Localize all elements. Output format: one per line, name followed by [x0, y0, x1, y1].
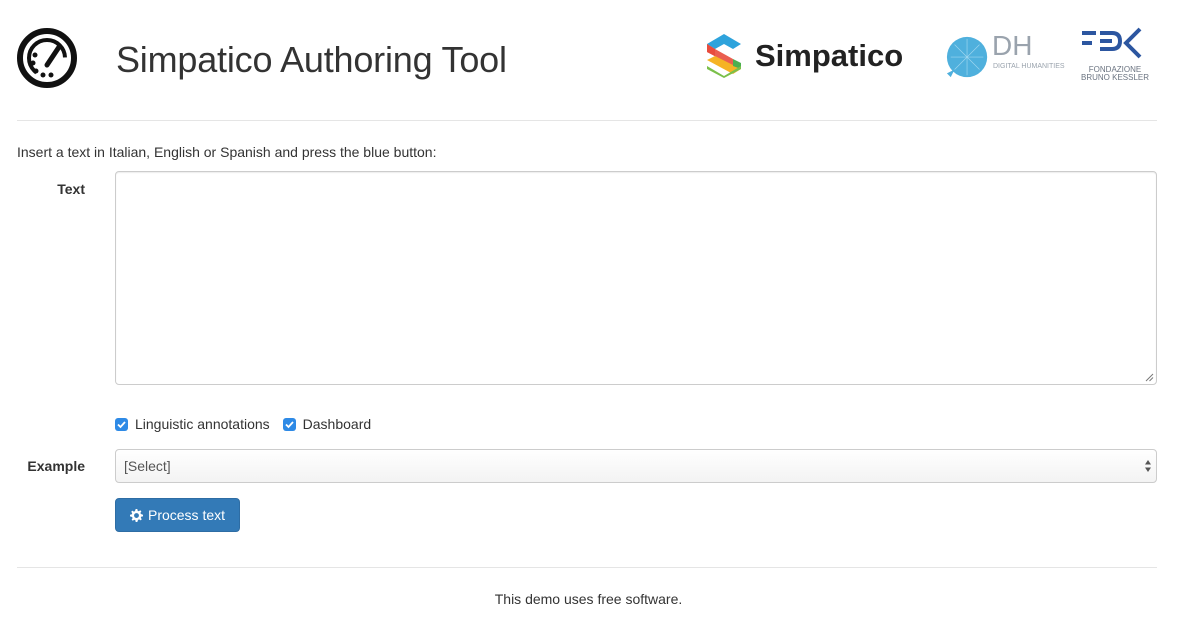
text-input[interactable] — [115, 171, 1157, 385]
header-divider — [17, 120, 1157, 121]
footer-divider — [17, 567, 1157, 568]
dh-logo: DH DIGITAL HUMANITIES — [945, 30, 1065, 82]
dashboard-checkbox[interactable] — [282, 417, 296, 431]
options-row: Linguistic annotations Dashboard — [115, 414, 384, 434]
select-arrows-icon — [1145, 460, 1151, 472]
dashboard-gauge-icon — [17, 28, 77, 88]
example-select-value: [Select] — [124, 458, 171, 474]
example-label: Example — [27, 458, 85, 474]
simpatico-logo: Simpatico — [703, 32, 909, 80]
page-title: Simpatico Authoring Tool — [116, 39, 507, 80]
simpatico-s-icon — [707, 34, 741, 78]
checkmark-icon — [285, 420, 294, 428]
instructions-text: Insert a text in Italian, English or Spa… — [17, 144, 437, 160]
simpatico-logo-text: Simpatico — [755, 38, 904, 73]
fbk-mark-icon — [1082, 27, 1142, 59]
process-text-button[interactable]: Process text — [115, 498, 240, 532]
dh-globe-icon — [946, 36, 988, 78]
dh-logo-text: DH — [992, 30, 1033, 61]
footer-text: This demo uses free software. — [494, 591, 683, 607]
process-text-button-label: Process text — [147, 507, 226, 523]
dashboard-label[interactable]: Dashboard — [303, 414, 372, 434]
fbk-logo-subtitle: FONDAZIONE BRUNO KESSLER — [1081, 65, 1150, 82]
fbk-logo: FONDAZIONE BRUNO KESSLER — [1078, 27, 1150, 83]
resize-handle-icon[interactable] — [1145, 373, 1154, 382]
example-select[interactable]: [Select] — [115, 449, 1157, 483]
text-label: Text — [57, 181, 85, 197]
linguistic-annotations-checkbox[interactable] — [115, 417, 128, 431]
linguistic-annotations-label[interactable]: Linguistic annotations — [135, 414, 270, 434]
dh-logo-subtitle: DIGITAL HUMANITIES — [993, 63, 1065, 70]
gear-icon — [129, 508, 143, 522]
page: Simpatico Authoring Tool Simpatico DH DI… — [0, 0, 1177, 632]
checkmark-icon — [117, 420, 126, 428]
